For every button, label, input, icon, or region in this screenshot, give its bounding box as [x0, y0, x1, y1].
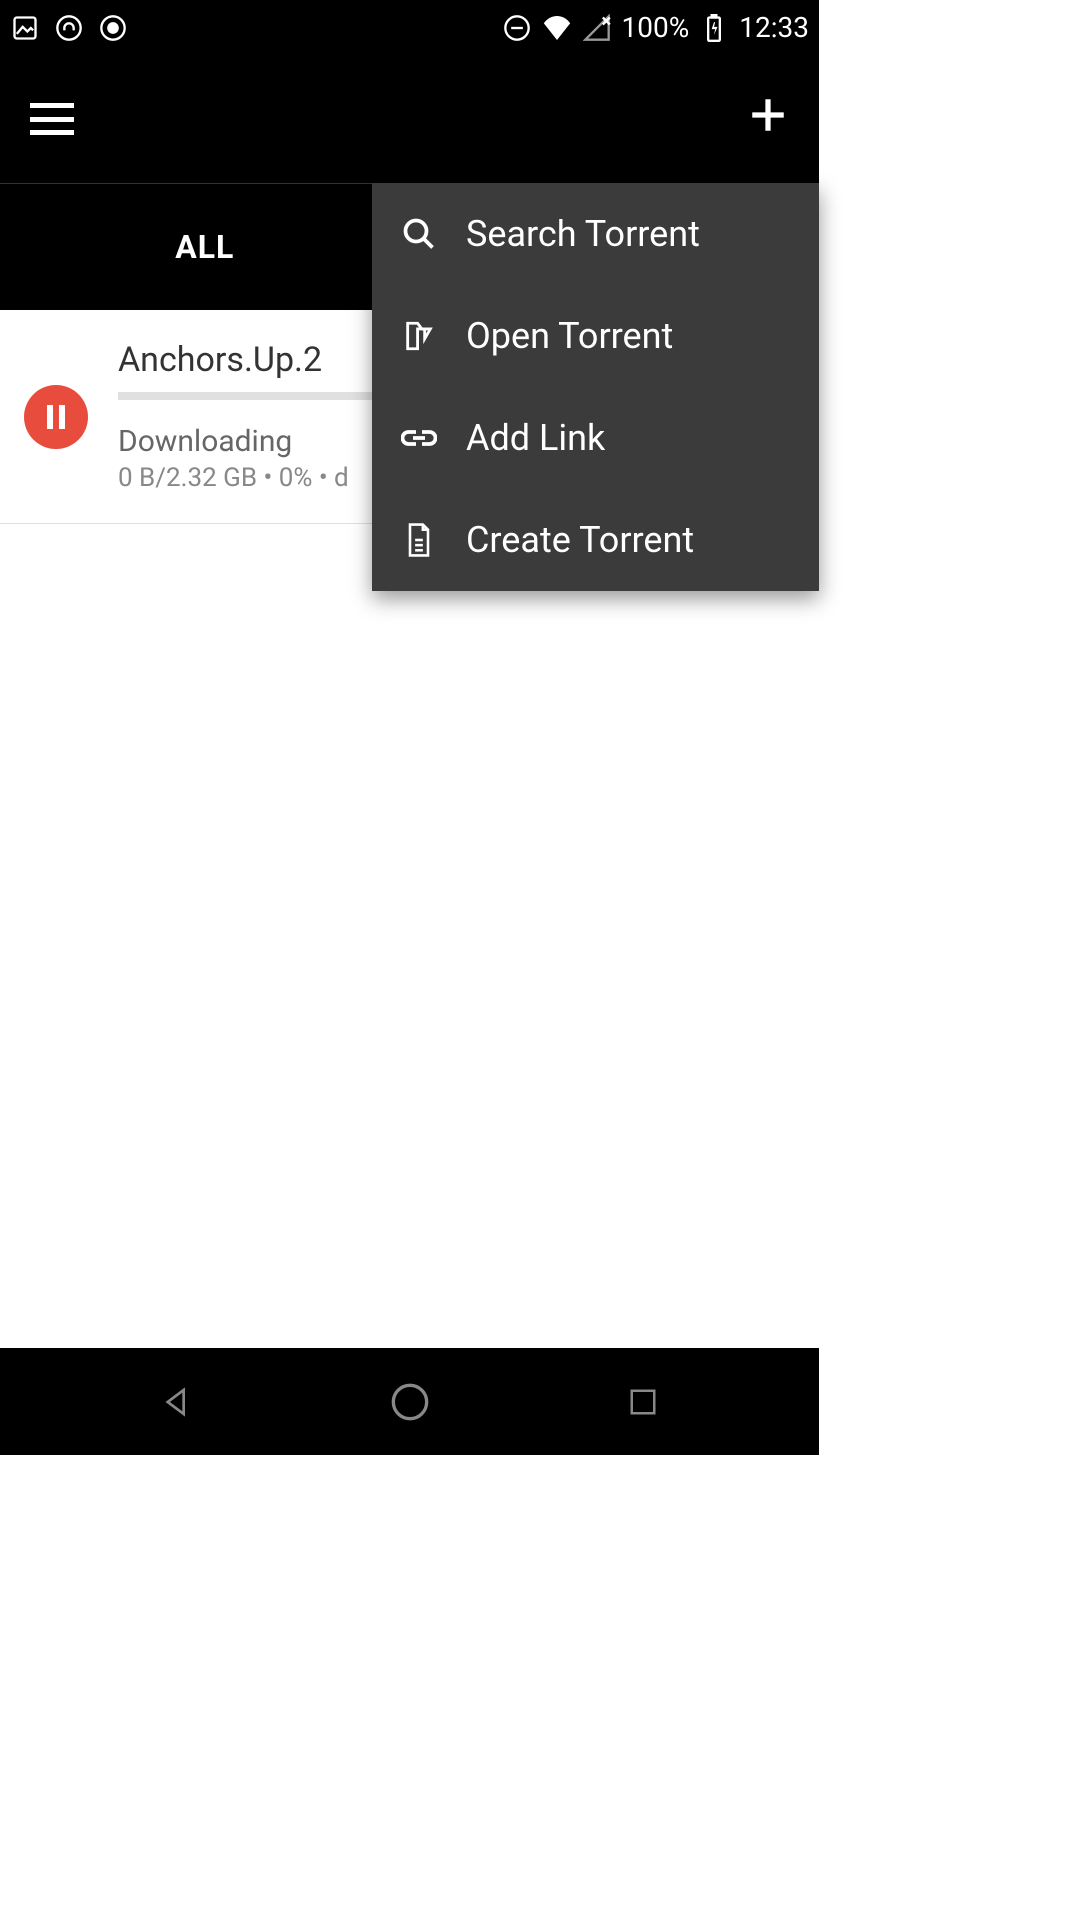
menu-label: Create Torrent [466, 519, 694, 561]
menu-search-torrent[interactable]: Search Torrent [372, 183, 819, 285]
status-right: 100% 12:33 [502, 11, 809, 44]
image-icon [10, 13, 40, 43]
battery-percent: 100% [622, 11, 690, 44]
pause-icon [47, 405, 65, 429]
nav-recent-button[interactable] [621, 1380, 665, 1424]
wifi-icon [542, 13, 572, 43]
nav-back-button[interactable] [155, 1380, 199, 1424]
status-time: 12:33 [739, 11, 809, 44]
search-icon [400, 215, 438, 253]
tab-all[interactable]: ALL [0, 228, 410, 266]
add-button[interactable] [747, 91, 789, 148]
menu-create-torrent[interactable]: Create Torrent [372, 489, 819, 591]
open-file-icon [400, 317, 438, 355]
signal-icon [582, 13, 612, 43]
pause-button[interactable] [24, 385, 88, 449]
nav-home-button[interactable] [388, 1380, 432, 1424]
app-bar [0, 55, 819, 183]
link-icon [400, 419, 438, 457]
menu-add-link[interactable]: Add Link [372, 387, 819, 489]
status-bar: 100% 12:33 [0, 0, 819, 55]
battery-charging-icon [699, 13, 729, 43]
circle-icon [98, 13, 128, 43]
headphones-icon [54, 13, 84, 43]
navigation-bar [0, 1348, 819, 1455]
document-icon [400, 521, 438, 559]
menu-label: Add Link [466, 417, 605, 459]
menu-label: Search Torrent [466, 213, 700, 255]
add-menu-dropdown: Search Torrent Open Torrent Add Link [372, 183, 819, 591]
menu-label: Open Torrent [466, 315, 673, 357]
menu-open-torrent[interactable]: Open Torrent [372, 285, 819, 387]
status-left-icons [10, 13, 128, 43]
menu-button[interactable] [30, 103, 74, 135]
dnd-icon [502, 13, 532, 43]
